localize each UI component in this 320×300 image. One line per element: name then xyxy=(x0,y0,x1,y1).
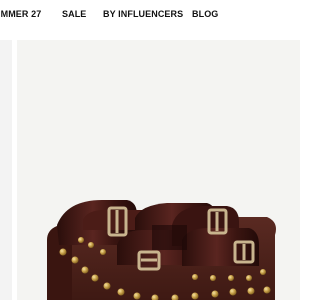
product-page: UMMER 27 SALE BY INFLUENCERS BLOG xyxy=(0,0,300,300)
top-navigation: UMMER 27 SALE BY INFLUENCERS BLOG xyxy=(0,0,300,28)
nav-link-summer[interactable]: UMMER 27 xyxy=(0,9,41,20)
nav-link-blog[interactable]: BLOG xyxy=(192,9,218,20)
previous-image-slide[interactable] xyxy=(0,40,12,300)
nav-link-sale[interactable]: SALE xyxy=(62,9,86,20)
nav-link-by-influencers[interactable]: BY INFLUENCERS xyxy=(103,9,183,20)
product-image-gallery[interactable] xyxy=(17,40,300,300)
product-image xyxy=(47,200,276,300)
